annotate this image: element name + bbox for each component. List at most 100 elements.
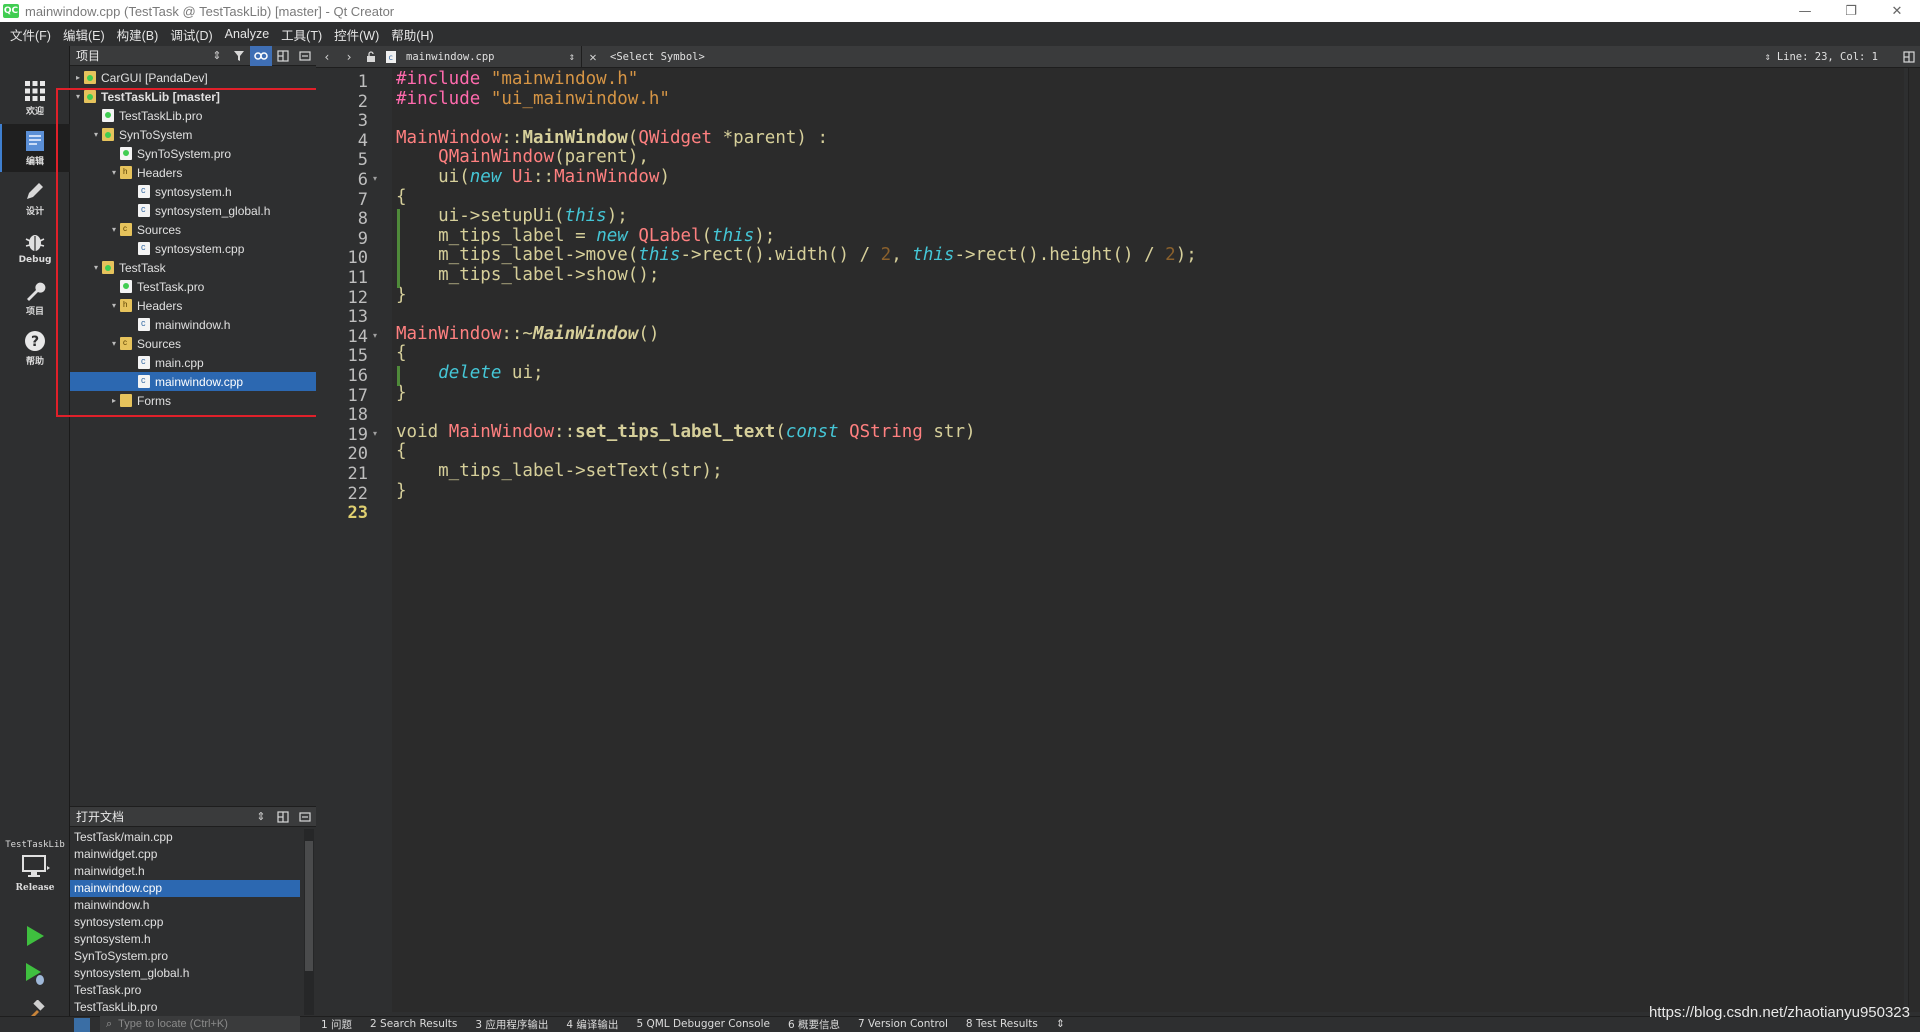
menu-widgets[interactable]: 控件(W)	[328, 25, 385, 44]
menu-edit[interactable]: 编辑(E)	[57, 25, 111, 44]
mode-projects[interactable]: 项目	[0, 274, 70, 322]
close-pane-icon[interactable]	[294, 46, 316, 66]
open-document-item[interactable]: mainwidget.cpp	[70, 846, 300, 863]
editor-vertical-scrollbar[interactable]	[1908, 68, 1920, 1012]
tree-item[interactable]: SynToSystem.pro	[70, 144, 316, 163]
scrollbar-thumb[interactable]	[305, 841, 313, 971]
tab-search-results[interactable]: 2 Search Results	[361, 1018, 466, 1030]
close-window-button[interactable]: ✕	[1874, 0, 1920, 22]
expanded-arrow-icon[interactable]: ▾	[90, 130, 102, 139]
tree-item[interactable]: ▾ SynToSystem	[70, 125, 316, 144]
open-document-item[interactable]: SynToSystem.pro	[70, 948, 300, 965]
close-document-icon[interactable]: ✕	[582, 46, 604, 68]
open-document-item[interactable]: TestTask/main.cpp	[70, 829, 300, 846]
tree-item[interactable]: ▾ Headers	[70, 296, 316, 315]
nav-back-icon[interactable]: ‹	[316, 46, 338, 68]
menu-debug[interactable]: 调试(D)	[164, 25, 218, 44]
tree-item[interactable]: ▸ Forms	[70, 391, 316, 410]
tree-item[interactable]: ▾ TestTaskLib [master]	[70, 87, 316, 106]
menu-build[interactable]: 构建(B)	[111, 25, 165, 44]
expanded-arrow-icon[interactable]: ▾	[108, 225, 120, 234]
mode-help[interactable]: ? 帮助	[0, 324, 70, 372]
tab-version-control[interactable]: 7 Version Control	[849, 1018, 957, 1030]
tree-item[interactable]: main.cpp	[70, 353, 316, 372]
project-pane-title[interactable]: 项目	[76, 47, 206, 64]
collapsed-arrow-icon[interactable]: ▸	[108, 396, 120, 405]
sync-link-icon[interactable]	[250, 45, 272, 66]
open-document-item[interactable]: syntosystem_global.h	[70, 965, 300, 982]
expanded-arrow-icon[interactable]: ▾	[108, 168, 120, 177]
open-document-item[interactable]: mainwindow.cpp	[70, 880, 300, 897]
menu-help[interactable]: 帮助(H)	[385, 25, 439, 44]
split-pane-icon[interactable]	[272, 46, 294, 66]
minimize-button[interactable]: —	[1782, 0, 1828, 22]
mode-edit[interactable]: 编辑	[0, 124, 70, 172]
collapsed-arrow-icon[interactable]: ▸	[72, 73, 84, 82]
tree-item[interactable]: syntosystem.h	[70, 182, 316, 201]
open-document-item[interactable]: mainwindow.h	[70, 897, 300, 914]
open-document-item[interactable]: mainwidget.h	[70, 863, 300, 880]
tree-item[interactable]: mainwindow.cpp	[70, 372, 316, 391]
open-file-combo[interactable]: c mainwindow.cpp ⇕	[382, 45, 582, 68]
tab-application-output[interactable]: 3 应用程序输出	[466, 1017, 557, 1032]
close-pane-icon[interactable]	[294, 807, 316, 827]
fold-marker-icon[interactable]: ▾	[373, 331, 377, 340]
expanded-arrow-icon[interactable]: ▾	[108, 301, 120, 310]
tree-item[interactable]: syntosystem.cpp	[70, 239, 316, 258]
pane-selector-updown-icon[interactable]: ⇕	[206, 46, 228, 66]
tree-item[interactable]: ▾ Sources	[70, 220, 316, 239]
open-documents-scrollbar[interactable]	[304, 829, 314, 1015]
tree-item[interactable]: ▾ TestTask	[70, 258, 316, 277]
filter-icon[interactable]	[228, 46, 250, 66]
code-editor[interactable]: #include "mainwindow.h" #include "ui_main…	[392, 68, 1904, 1012]
open-documents-title[interactable]: 打开文档	[76, 808, 250, 825]
run-button[interactable]	[0, 918, 70, 954]
tree-item[interactable]: ▸ CarGUI [PandaDev]	[70, 68, 316, 87]
expanded-arrow-icon[interactable]: ▾	[108, 339, 120, 348]
tab-test-results[interactable]: 8 Test Results	[957, 1018, 1047, 1030]
tree-item-label: Forms	[137, 393, 171, 408]
code-line: m_tips_label->setText(str);	[396, 461, 722, 482]
kit-selector[interactable]: TestTaskLib Release	[0, 836, 70, 906]
output-tabs-updown-icon[interactable]: ⇕	[1047, 1018, 1074, 1030]
toggle-sidebar-icon[interactable]	[74, 1017, 90, 1032]
nav-forward-icon[interactable]: ›	[338, 46, 360, 68]
tree-item[interactable]: ▾ Headers	[70, 163, 316, 182]
menu-tools[interactable]: 工具(T)	[275, 25, 328, 44]
split-editor-icon[interactable]	[1898, 46, 1920, 68]
locator-input[interactable]: ⌕ Type to locate (Ctrl+K)	[100, 1016, 300, 1032]
tree-item[interactable]: TestTask.pro	[70, 277, 316, 296]
menu-file[interactable]: 文件(F)	[4, 25, 57, 44]
debug-run-button[interactable]	[0, 956, 70, 992]
menu-analyze[interactable]: Analyze	[219, 27, 275, 41]
tree-item[interactable]: mainwindow.h	[70, 315, 316, 334]
fold-marker-icon[interactable]: ▾	[373, 174, 377, 183]
open-document-item[interactable]: TestTaskLib.pro	[70, 999, 300, 1016]
symbol-combo[interactable]: <Select Symbol>	[604, 46, 1765, 68]
mode-welcome[interactable]: 欢迎	[0, 74, 70, 122]
restore-button[interactable]: ❐	[1828, 0, 1874, 22]
tab-general-messages[interactable]: 6 概要信息	[779, 1017, 849, 1032]
debug-run-icon	[26, 963, 44, 985]
tree-item[interactable]: syntosystem_global.h	[70, 201, 316, 220]
fold-marker-icon[interactable]: ▾	[373, 429, 377, 438]
tab-issues[interactable]: 1 问题	[312, 1017, 361, 1032]
open-document-item[interactable]: TestTask.pro	[70, 982, 300, 999]
tab-qml-debugger-console[interactable]: 5 QML Debugger Console	[627, 1018, 779, 1030]
open-document-item[interactable]: syntosystem.cpp	[70, 914, 300, 931]
tree-item-label: SynToSystem.pro	[137, 146, 232, 161]
expanded-arrow-icon[interactable]: ▾	[90, 263, 102, 272]
pane-selector-updown-icon[interactable]: ⇕	[250, 807, 272, 827]
cursor-position[interactable]: Line: 23, Col: 1	[1771, 51, 1898, 63]
tree-item[interactable]: TestTaskLib.pro	[70, 106, 316, 125]
line-number-gutter[interactable]: 1 2 3 4 5 6 ▾ 7 8 9 10 11 12 13 14 ▾ 15 16 17 18 19 ▾ 20 21 22 23	[316, 68, 392, 1012]
mode-debug[interactable]: Debug	[0, 224, 70, 272]
mode-design[interactable]: 设计	[0, 174, 70, 222]
tab-compile-output[interactable]: 4 编译输出	[557, 1017, 627, 1032]
tree-item-label: Headers	[137, 165, 183, 180]
expanded-arrow-icon[interactable]: ▾	[72, 92, 84, 101]
open-document-item[interactable]: syntosystem.h	[70, 931, 300, 948]
tree-item[interactable]: ▾ Sources	[70, 334, 316, 353]
lock-icon[interactable]	[360, 46, 382, 68]
split-pane-icon[interactable]	[272, 807, 294, 827]
